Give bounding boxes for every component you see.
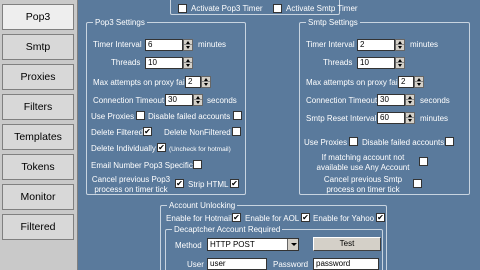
enable-aol-checkbox[interactable]: ✔ — [301, 213, 310, 222]
smtp-max-attempts-input[interactable]: 2 — [398, 76, 414, 88]
enable-aol-label: Enable for AOL — [245, 214, 300, 223]
pop3-disable-failed-label: Disable failed accounts — [148, 112, 231, 121]
tab-pop3[interactable]: Pop3 — [2, 4, 74, 30]
pop3-delete-individually-label: Delete Individually — [91, 144, 156, 153]
pop3-cancel-previous-label: Cancel previous Pop3 process on timer ti… — [91, 175, 171, 194]
smtp-connection-timeout-spinner[interactable] — [405, 94, 415, 106]
decaptcher-user-input[interactable]: user — [207, 258, 267, 270]
pop3-max-attempts-label: Max attempts on proxy fail — [93, 78, 187, 87]
smtp-reset-interval-unit: minutes — [420, 114, 449, 123]
smtp-threads-input[interactable]: 10 — [357, 57, 395, 69]
enable-yahoo-checkbox[interactable]: ✔ — [376, 213, 385, 222]
smtp-timer-interval-unit: minutes — [410, 40, 439, 49]
smtp-connection-timeout-label: Connection Timeout — [306, 96, 378, 105]
smtp-connection-timeout-input[interactable]: 30 — [377, 94, 405, 106]
smtp-reset-interval-spinner[interactable] — [405, 112, 415, 124]
pop3-max-attempts-input[interactable]: 2 — [185, 76, 201, 88]
pop3-email-number-label: Email Number Pop3 Specific — [91, 161, 193, 170]
smtp-if-matching-checkbox[interactable] — [419, 157, 428, 166]
pop3-connection-timeout-unit: seconds — [207, 96, 237, 105]
decaptcher-password-input[interactable]: password — [313, 258, 379, 270]
pop3-strip-html-checkbox[interactable]: ✔ — [230, 179, 239, 188]
pop3-timer-interval-label: Timer Interval — [93, 40, 142, 49]
smtp-cancel-previous-label: Cancel previous Smtp process on timer ti… — [323, 175, 403, 194]
tab-filters[interactable]: Filters — [2, 94, 74, 120]
smtp-cancel-previous-checkbox[interactable] — [413, 179, 422, 188]
pop3-timer-interval-unit: minutes — [198, 40, 227, 49]
pop3-delete-individually-note: (Uncheck for hotmail) — [169, 146, 231, 153]
pop3-use-proxies-label: Use Proxies — [91, 112, 135, 121]
pop3-threads-spinner[interactable] — [183, 57, 193, 69]
pop3-email-number-checkbox[interactable] — [193, 160, 202, 169]
smtp-timer-interval-input[interactable]: 2 — [357, 39, 395, 51]
enable-hotmail-label: Enable for Hotmail — [166, 214, 232, 223]
smtp-threads-spinner[interactable] — [395, 57, 405, 69]
smtp-reset-interval-label: Smtp Reset Interval — [306, 114, 377, 123]
tab-templates[interactable]: Templates — [2, 124, 74, 150]
smtp-disable-failed-label: Disable failed accounts — [362, 138, 445, 147]
pop3-cancel-previous-checkbox[interactable]: ✔ — [175, 179, 184, 188]
pop3-connection-timeout-label: Connection Timeout — [93, 96, 165, 105]
enable-yahoo-label: Enable for Yahoo — [313, 214, 375, 223]
smtp-timer-interval-label: Timer Interval — [306, 40, 355, 49]
smtp-timer-interval-spinner[interactable] — [395, 39, 405, 51]
smtp-settings-title: Smtp Settings — [306, 17, 360, 28]
tab-smtp[interactable]: Smtp — [2, 34, 74, 60]
tab-filtered[interactable]: Filtered — [2, 214, 74, 240]
pop3-use-proxies-checkbox[interactable] — [136, 111, 145, 120]
pop3-connection-timeout-input[interactable]: 30 — [165, 94, 193, 106]
activate-pop3-timer-label: Activate Pop3 Timer — [191, 4, 263, 13]
smtp-use-proxies-checkbox[interactable] — [349, 137, 358, 146]
smtp-if-matching-label: If matching account not available use An… — [316, 153, 410, 172]
account-unlocking-title: Account Unlocking — [167, 200, 238, 211]
tab-proxies[interactable]: Proxies — [2, 64, 74, 90]
tab-monitor[interactable]: Monitor — [2, 184, 74, 210]
decaptcher-user-label: User — [187, 260, 204, 269]
pop3-timer-interval-spinner[interactable] — [183, 39, 193, 51]
smtp-max-attempts-spinner[interactable] — [414, 76, 424, 88]
activate-smtp-timer-checkbox[interactable] — [273, 4, 282, 13]
smtp-reset-interval-input[interactable]: 60 — [377, 112, 405, 124]
pop3-threads-input[interactable]: 10 — [145, 57, 183, 69]
pop3-strip-html-label: Strip HTML — [188, 180, 229, 189]
pop3-connection-timeout-spinner[interactable] — [193, 94, 203, 106]
smtp-connection-timeout-unit: seconds — [420, 96, 450, 105]
decaptcher-method-select[interactable]: HTTP POST — [207, 238, 299, 251]
pop3-timer-interval-input[interactable]: 6 — [145, 39, 183, 51]
smtp-threads-label: Threads — [323, 58, 353, 67]
pop3-delete-nonfiltered-label: Delete NonFiltered — [164, 128, 231, 137]
enable-hotmail-checkbox[interactable]: ✔ — [232, 213, 241, 222]
tab-column: Pop3 Smtp Proxies Filters Templates Toke… — [0, 0, 78, 270]
decaptcher-test-button[interactable]: Test — [313, 237, 381, 251]
pop3-delete-nonfiltered-checkbox[interactable] — [232, 127, 241, 136]
smtp-use-proxies-label: Use Proxies — [304, 138, 348, 147]
pop3-delete-filtered-label: Delete Filtered — [91, 128, 144, 137]
decaptcher-method-value: HTTP POST — [210, 240, 255, 249]
pop3-disable-failed-checkbox[interactable] — [233, 111, 242, 120]
smtp-disable-failed-checkbox[interactable] — [445, 137, 454, 146]
decaptcher-method-label: Method — [175, 241, 202, 250]
chevron-down-icon — [287, 239, 298, 250]
pop3-threads-label: Threads — [111, 58, 141, 67]
decaptcher-title: Decaptcher Account Required — [172, 224, 283, 235]
activate-pop3-timer-checkbox[interactable] — [178, 4, 187, 13]
pop3-max-attempts-spinner[interactable] — [201, 76, 211, 88]
activate-smtp-timer-label: Activate Smtp Timer — [286, 4, 358, 13]
pop3-delete-filtered-checkbox[interactable]: ✔ — [143, 127, 152, 136]
pop3-settings-title: Pop3 Settings — [93, 17, 147, 28]
decaptcher-password-label: Password — [273, 260, 309, 269]
pop3-delete-individually-checkbox[interactable]: ✔ — [157, 143, 166, 152]
tab-tokens[interactable]: Tokens — [2, 154, 74, 180]
smtp-max-attempts-label: Max attempts on proxy fail — [306, 78, 400, 87]
